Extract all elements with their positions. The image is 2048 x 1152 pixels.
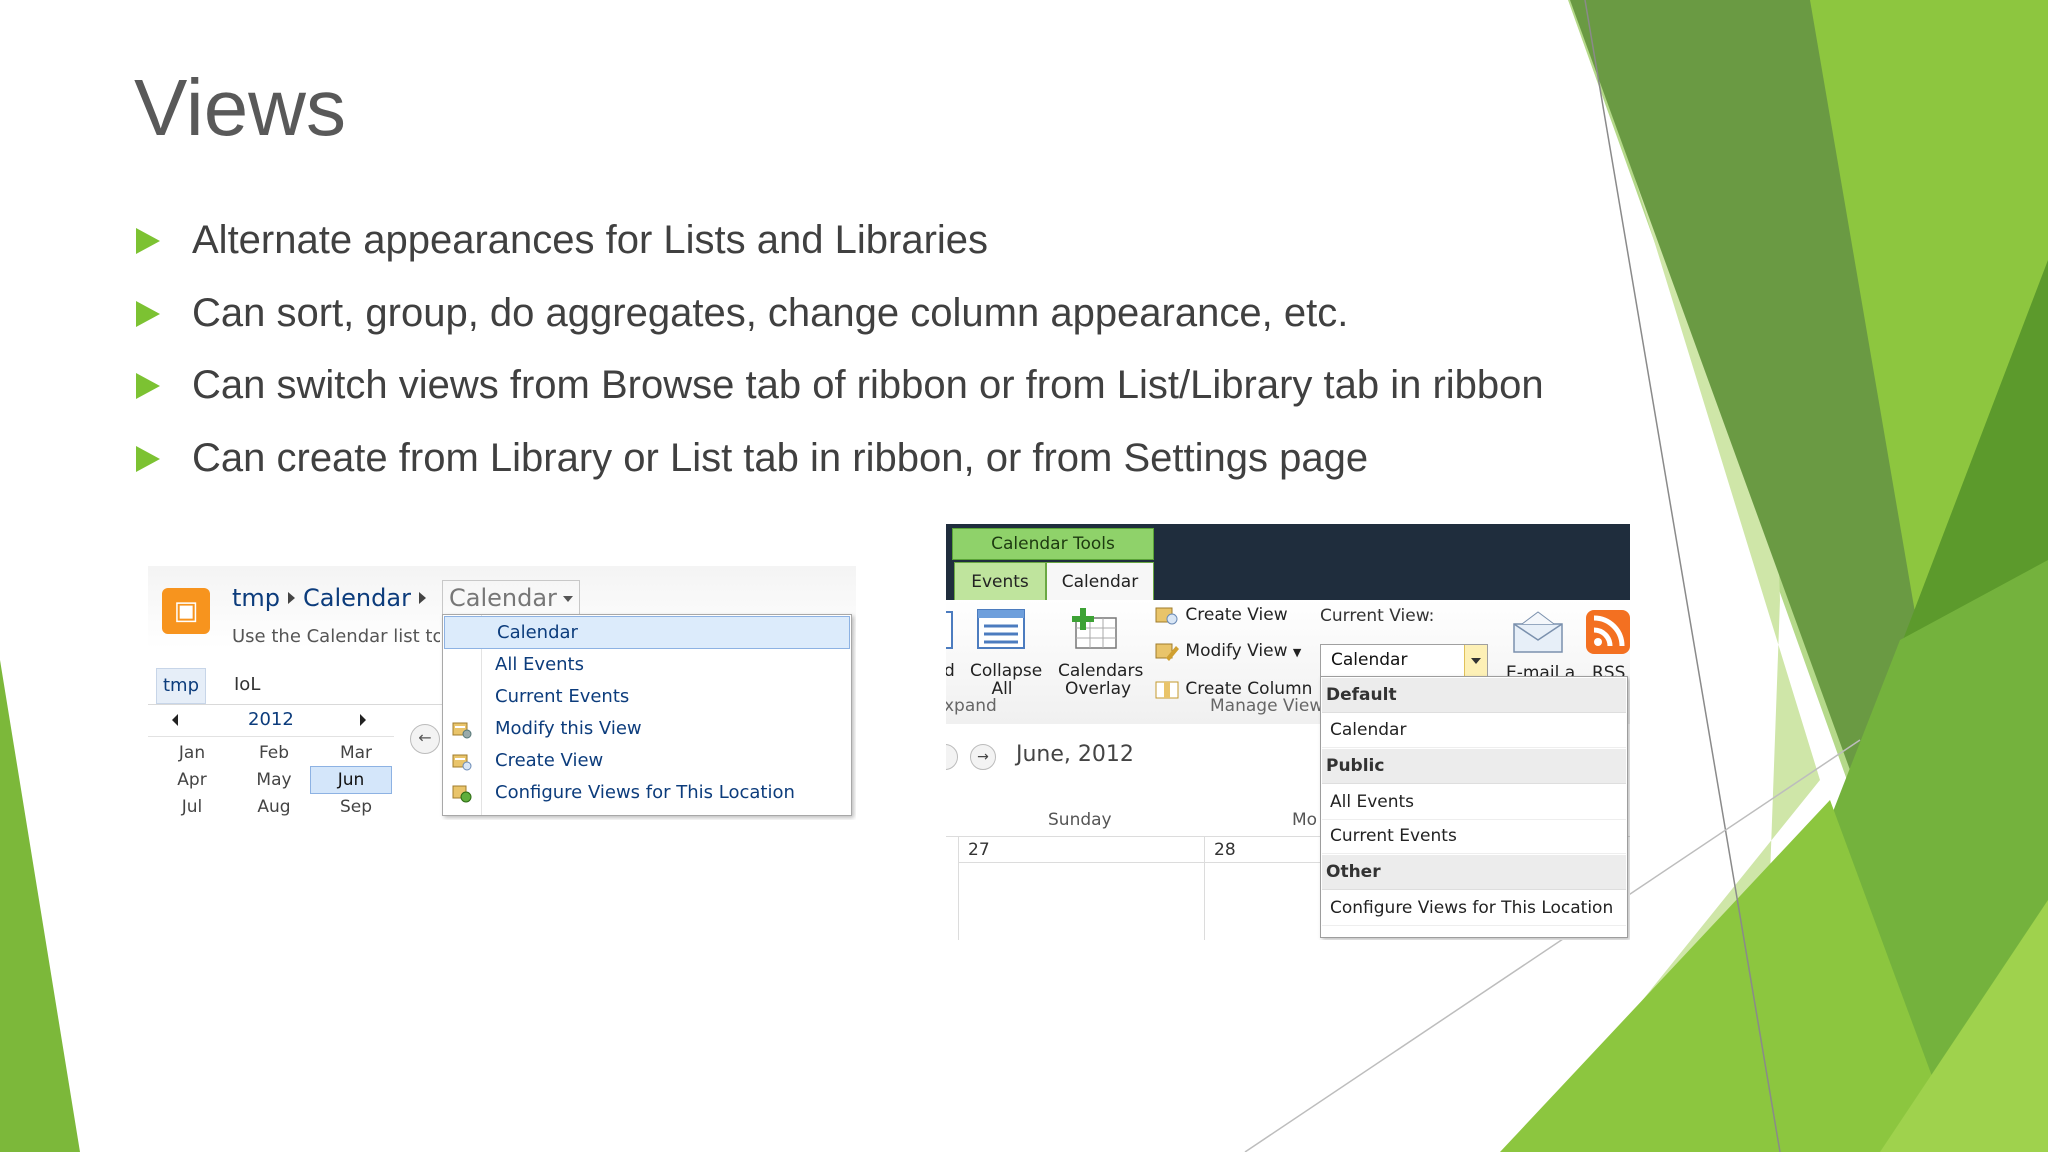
breadcrumb: tmp Calendar xyxy=(232,584,434,612)
quick-launch-tabs: tmp IoL xyxy=(148,666,442,705)
create-view-button[interactable]: Create View xyxy=(1154,604,1288,626)
bullet-item: Can create from Library or List tab in r… xyxy=(136,433,1544,506)
month-feb[interactable]: Feb xyxy=(234,740,314,766)
calendar-date: 27 xyxy=(968,840,990,860)
month-jun-selected[interactable]: Jun xyxy=(310,766,392,794)
month-apr[interactable]: Apr xyxy=(152,767,232,793)
modify-view-button[interactable]: Modify View ▼ xyxy=(1154,640,1301,662)
calendar-date: 28 xyxy=(1214,840,1236,860)
bullet-list: Alternate appearances for Lists and Libr… xyxy=(136,215,1544,505)
menu-item-calendar[interactable]: Calendar xyxy=(444,616,850,649)
create-column-icon xyxy=(1155,681,1179,699)
menu-item-current-events[interactable]: Current Events xyxy=(443,681,851,712)
chevron-down-icon: ▼ xyxy=(1292,646,1302,659)
configure-views-icon xyxy=(452,785,472,803)
month-mar[interactable]: Mar xyxy=(316,740,396,766)
calendar-ribbon-screenshot: Calendar Tools Events Calendar d Collaps… xyxy=(946,524,1630,940)
month-jul[interactable]: Jul xyxy=(152,794,232,820)
calendars-overlay-button[interactable]: Calendars Overlay xyxy=(1058,662,1143,698)
modify-view-icon xyxy=(1155,643,1179,661)
menu-item-configure-views[interactable]: Configure Views for This Location xyxy=(443,777,851,808)
breadcrumb-list-link[interactable]: Calendar xyxy=(303,584,411,612)
bullet-arrow-icon xyxy=(136,373,160,399)
date-navigator: 2012 Jan Feb Mar Apr May Jun Jul Aug Sep xyxy=(148,706,394,820)
tab-events[interactable]: Events xyxy=(954,562,1046,601)
collapse-all-button[interactable]: Collapse All xyxy=(970,662,1042,698)
bullet-arrow-icon xyxy=(136,228,160,254)
breadcrumb-arrow-icon xyxy=(288,592,296,604)
dropdown-header-public: Public xyxy=(1322,749,1626,784)
grid-line xyxy=(1204,836,1205,940)
bullet-item: Alternate appearances for Lists and Libr… xyxy=(136,215,1544,288)
slide-title: Views xyxy=(134,63,346,152)
view-selector[interactable]: Calendar xyxy=(442,580,580,616)
menu-item-all-events[interactable]: All Events xyxy=(443,649,851,680)
day-header-sunday: Sunday xyxy=(1048,810,1112,830)
dropdown-header-other: Other xyxy=(1322,855,1626,890)
next-year-icon[interactable] xyxy=(360,714,366,726)
chevron-down-icon xyxy=(562,596,573,602)
dropdown-item-calendar[interactable]: Calendar xyxy=(1322,713,1626,748)
view-menu: Calendar All Events Current Events Modif… xyxy=(442,614,852,816)
menu-item-modify-view[interactable]: Modify this View xyxy=(443,713,851,744)
next-month-icon[interactable]: → xyxy=(970,744,996,770)
year-label: 2012 xyxy=(248,709,294,730)
previous-year-icon[interactable] xyxy=(172,714,178,726)
breadcrumb-site-link[interactable]: tmp xyxy=(232,584,280,612)
email-link-button[interactable]: E-mail a xyxy=(1506,664,1576,676)
bullet-item: Can sort, group, do aggregates, change c… xyxy=(136,288,1544,361)
calendars-overlay-icon xyxy=(1072,608,1117,649)
day-header-monday: Mo xyxy=(1292,810,1318,830)
year-row: 2012 xyxy=(148,706,394,737)
dropdown-header-default: Default xyxy=(1322,678,1626,713)
context-tab-group: Calendar Tools xyxy=(952,528,1154,560)
month-aug[interactable]: Aug xyxy=(234,794,314,820)
current-view-dropdown: Default Calendar Public All Events Curre… xyxy=(1320,676,1628,938)
month-jan[interactable]: Jan xyxy=(152,740,232,766)
calendar-view-menu-screenshot: ▣ tmp Calendar Calendar Use the Calendar … xyxy=(148,566,856,820)
previous-arrow-icon[interactable]: ← xyxy=(410,724,440,754)
chevron-down-icon xyxy=(1471,658,1481,664)
month-may[interactable]: May xyxy=(234,767,314,793)
grid-line xyxy=(958,836,959,940)
current-view-select[interactable]: Calendar xyxy=(1320,644,1488,678)
month-sep[interactable]: Sep xyxy=(316,794,396,820)
expand-button-label[interactable]: d xyxy=(946,662,955,680)
create-view-icon xyxy=(452,754,472,771)
dropdown-item-current-events[interactable]: Current Events xyxy=(1322,819,1626,854)
dropdown-item-configure-views[interactable]: Configure Views for This Location xyxy=(1322,891,1626,926)
collapse-all-icon xyxy=(977,609,1025,649)
dropdown-item-all-events[interactable]: All Events xyxy=(1322,785,1626,820)
ribbon-tab-bar: Calendar Tools Events Calendar xyxy=(946,524,1630,601)
menu-item-create-view[interactable]: Create View xyxy=(443,745,851,776)
month-title: June, 2012 xyxy=(1016,742,1134,767)
create-view-icon xyxy=(1155,607,1178,625)
expand-icon xyxy=(946,611,953,649)
modify-view-icon xyxy=(452,722,472,739)
breadcrumb-arrow-icon xyxy=(418,592,426,604)
tab-iol[interactable]: IoL xyxy=(228,668,266,702)
previous-month-icon[interactable] xyxy=(946,744,958,770)
current-view-label: Current View: xyxy=(1320,606,1435,626)
list-description: Use the Calendar list to xyxy=(232,626,440,647)
tab-calendar[interactable]: Calendar xyxy=(1046,562,1154,601)
site-logo-icon: ▣ xyxy=(162,588,210,634)
group-label-manage-views: Manage View xyxy=(1210,696,1324,716)
bullet-item: Can switch views from Browse tab of ribb… xyxy=(136,360,1544,433)
dropdown-button[interactable] xyxy=(1464,645,1487,677)
email-link-icon xyxy=(1513,611,1563,653)
tab-tmp[interactable]: tmp xyxy=(156,668,207,704)
rss-feed-icon xyxy=(1586,610,1630,654)
group-label-expand: xpand xyxy=(946,696,997,716)
bullet-arrow-icon xyxy=(136,300,160,327)
rss-feed-button[interactable]: RSS xyxy=(1592,664,1625,676)
bullet-arrow-icon xyxy=(136,445,160,472)
